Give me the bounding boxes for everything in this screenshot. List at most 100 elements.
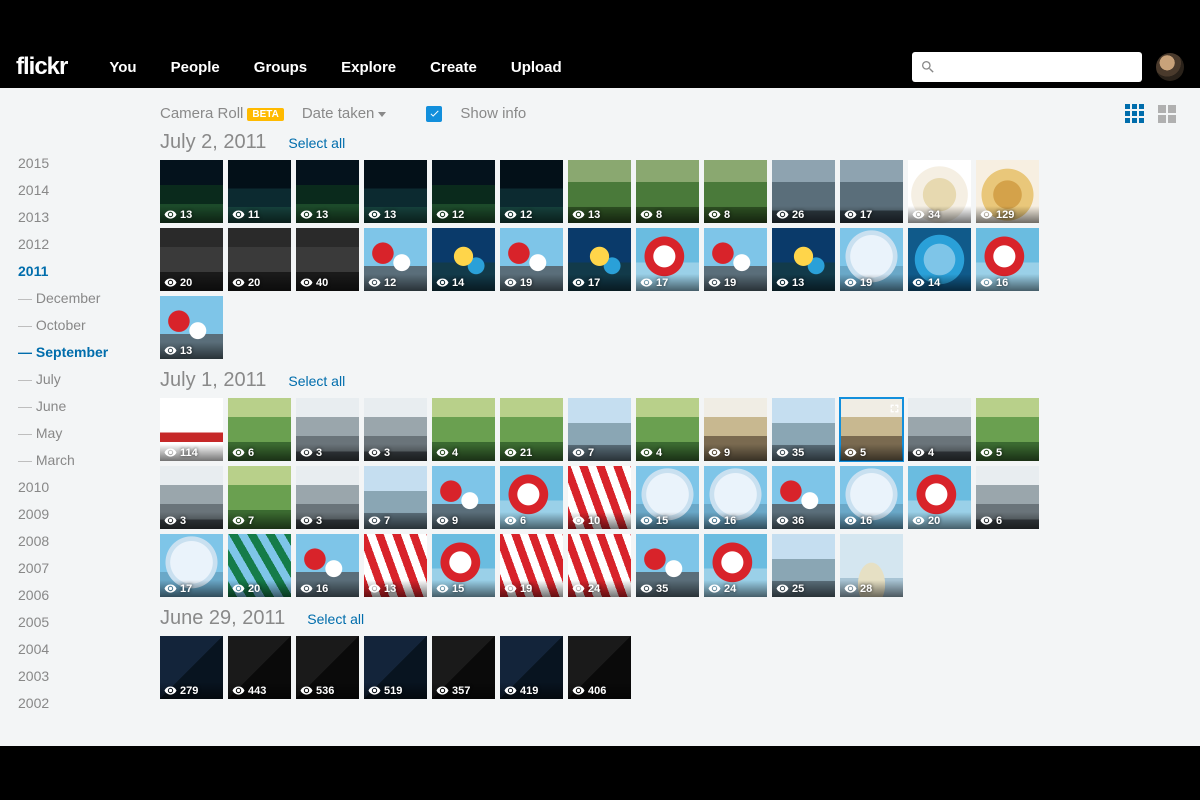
photo-thumb[interactable]: 24 [568,534,631,597]
photo-thumb[interactable]: 17 [840,160,903,223]
photo-thumb[interactable]: 14 [908,228,971,291]
photo-thumb[interactable]: 10 [568,466,631,529]
photo-thumb[interactable]: 6 [500,466,563,529]
view-large-grid-button[interactable] [1158,105,1176,123]
photo-thumb[interactable]: 16 [704,466,767,529]
photo-thumb[interactable]: 34 [908,160,971,223]
expand-button[interactable] [889,401,900,412]
photo-thumb[interactable]: 20 [228,534,291,597]
select-all-link[interactable]: Select all [307,611,364,627]
photo-thumb[interactable]: 17 [160,534,223,597]
photo-thumb[interactable]: 7 [568,398,631,461]
search-input[interactable] [912,52,1142,82]
nav-item-people[interactable]: People [171,59,220,76]
photo-thumb[interactable]: 8 [704,160,767,223]
photo-thumb[interactable]: 20 [228,228,291,291]
sidebar-month-march[interactable]: March [18,447,160,474]
photo-thumb[interactable]: 12 [364,228,427,291]
photo-thumb[interactable]: 13 [772,228,835,291]
sidebar-year-2006[interactable]: 2006 [18,582,160,609]
photo-thumb[interactable]: 114 [160,398,223,461]
show-info-checkbox[interactable] [426,106,442,122]
photo-thumb[interactable]: 19 [500,228,563,291]
select-all-link[interactable]: Select all [288,135,345,151]
photo-thumb[interactable]: 519 [364,636,427,699]
photo-thumb[interactable]: 19 [500,534,563,597]
sidebar-year-2014[interactable]: 2014 [18,177,160,204]
photo-thumb[interactable]: 9 [432,466,495,529]
nav-item-create[interactable]: Create [430,59,477,76]
sidebar-month-december[interactable]: December [18,285,160,312]
photo-thumb[interactable]: 17 [568,228,631,291]
nav-item-you[interactable]: You [109,59,136,76]
select-all-link[interactable]: Select all [288,373,345,389]
date-taken-dropdown[interactable]: Date taken [302,105,387,122]
sidebar-month-july[interactable]: July [18,366,160,393]
photo-thumb[interactable]: 14 [432,228,495,291]
photo-thumb[interactable]: 357 [432,636,495,699]
photo-thumb[interactable]: 12 [500,160,563,223]
photo-thumb[interactable]: 16 [840,466,903,529]
avatar[interactable] [1156,53,1184,81]
photo-thumb[interactable]: 40 [296,228,359,291]
photo-thumb[interactable]: 26 [772,160,835,223]
photo-thumb[interactable]: 13 [160,160,223,223]
sidebar-year-2013[interactable]: 2013 [18,204,160,231]
photo-thumb[interactable]: 13 [364,534,427,597]
sidebar-month-september[interactable]: September [18,339,160,366]
sidebar-year-2008[interactable]: 2008 [18,528,160,555]
photo-thumb[interactable]: 3 [296,398,359,461]
photo-thumb[interactable]: 17 [636,228,699,291]
photo-thumb[interactable]: 13 [296,160,359,223]
photo-thumb[interactable]: 15 [636,466,699,529]
photo-thumb[interactable]: 25 [772,534,835,597]
photo-thumb[interactable]: 20 [908,466,971,529]
view-small-grid-button[interactable] [1125,104,1144,123]
photo-thumb[interactable]: 35 [636,534,699,597]
photo-thumb[interactable]: 406 [568,636,631,699]
photo-thumb[interactable]: 15 [432,534,495,597]
photo-thumb[interactable]: 16 [296,534,359,597]
nav-item-groups[interactable]: Groups [254,59,307,76]
photo-thumb[interactable]: 19 [840,228,903,291]
logo[interactable]: flickr [16,53,67,81]
photo-thumb[interactable]: 3 [296,466,359,529]
sidebar-year-2002[interactable]: 2002 [18,690,160,717]
photo-thumb[interactable]: 13 [160,296,223,359]
photo-thumb[interactable]: 5 [840,398,903,461]
nav-item-upload[interactable]: Upload [511,59,562,76]
photo-thumb[interactable]: 4 [636,398,699,461]
photo-thumb[interactable]: 9 [704,398,767,461]
photo-thumb[interactable]: 13 [364,160,427,223]
photo-thumb[interactable]: 28 [840,534,903,597]
photo-thumb[interactable]: 8 [636,160,699,223]
photo-thumb[interactable]: 12 [432,160,495,223]
sidebar-year-2010[interactable]: 2010 [18,474,160,501]
sidebar-month-october[interactable]: October [18,312,160,339]
nav-item-explore[interactable]: Explore [341,59,396,76]
photo-thumb[interactable]: 4 [432,398,495,461]
sidebar-month-may[interactable]: May [18,420,160,447]
photo-thumb[interactable]: 3 [160,466,223,529]
photo-thumb[interactable]: 6 [976,466,1039,529]
sidebar-year-2005[interactable]: 2005 [18,609,160,636]
photo-thumb[interactable]: 11 [228,160,291,223]
photo-thumb[interactable]: 35 [772,398,835,461]
photo-thumb[interactable]: 36 [772,466,835,529]
photo-thumb[interactable]: 536 [296,636,359,699]
sidebar-year-2003[interactable]: 2003 [18,663,160,690]
photo-thumb[interactable]: 443 [228,636,291,699]
photo-thumb[interactable]: 21 [500,398,563,461]
sidebar-year-2015[interactable]: 2015 [18,150,160,177]
photo-thumb[interactable]: 4 [908,398,971,461]
photo-thumb[interactable]: 7 [228,466,291,529]
photo-thumb[interactable]: 5 [976,398,1039,461]
photo-thumb[interactable]: 3 [364,398,427,461]
sidebar-year-2011[interactable]: 2011 [18,258,160,285]
sidebar-year-2012[interactable]: 2012 [18,231,160,258]
sidebar-year-2007[interactable]: 2007 [18,555,160,582]
photo-thumb[interactable]: 13 [568,160,631,223]
sidebar-year-2009[interactable]: 2009 [18,501,160,528]
photo-thumb[interactable]: 419 [500,636,563,699]
photo-thumb[interactable]: 7 [364,466,427,529]
